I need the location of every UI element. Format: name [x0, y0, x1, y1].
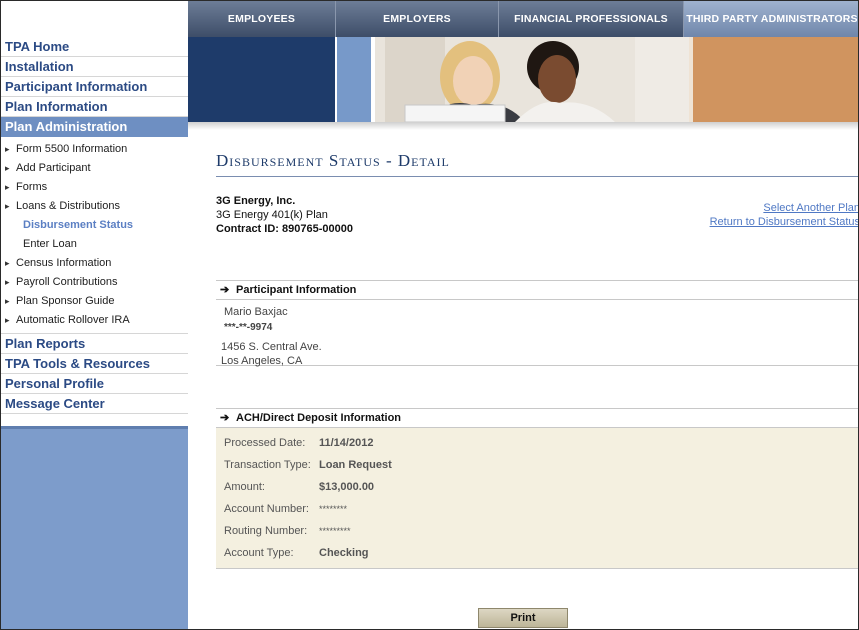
ach-row-label: Routing Number:: [224, 525, 308, 537]
triangle-bullet-icon: ▸: [5, 277, 10, 287]
ach-row-value: *********: [319, 526, 351, 536]
triangle-bullet-icon: ▸: [5, 315, 10, 325]
contract-id: Contract ID: 890765-00000: [216, 223, 353, 235]
triangle-bullet-icon: ▸: [5, 163, 10, 173]
triangle-bullet-icon: ▸: [5, 296, 10, 306]
company-name: 3G Energy, Inc.: [216, 195, 296, 207]
plan-name: 3G Energy 401(k) Plan: [216, 209, 328, 221]
ach-row-value: Loan Request: [319, 459, 392, 471]
participant-address: 1456 S. Central Ave. Los Angeles, CA: [221, 340, 858, 368]
ach-row: Account Type: Checking: [224, 542, 858, 564]
print-button[interactable]: Print: [478, 608, 568, 628]
top-left-blank: [1, 1, 188, 37]
address-line-1: 1456 S. Central Ave.: [221, 341, 322, 353]
ach-row-label: Account Number:: [224, 503, 309, 515]
sidebar-subitem[interactable]: ▸ Add Participant: [1, 159, 188, 178]
triangle-bullet-icon: ▸: [5, 144, 10, 154]
sidebar-item-message-center[interactable]: Message Center: [1, 394, 188, 414]
plan-info: 3G Energy, Inc. 3G Energy 401(k) Plan Co…: [216, 194, 353, 236]
sidebar-subitem-label: Forms: [16, 181, 48, 193]
banner-photo: [375, 37, 689, 122]
sidebar-subitem[interactable]: Disbursement Status: [1, 216, 188, 235]
sidebar-subitem[interactable]: ▸ Census Information: [1, 254, 188, 273]
ach-row: Account Number: ********: [224, 498, 858, 520]
banner-people-illustration: [375, 37, 689, 122]
participant-name: Mario Baxjac: [224, 306, 288, 318]
sidebar-subitem-label: Enter Loan: [23, 238, 77, 250]
top-navigation: Employees Employers Financial Profession…: [188, 1, 858, 37]
sidebar-subitem-label: Census Information: [16, 257, 112, 269]
participant-section: ➔ Participant Information Mario Baxjac **…: [216, 280, 858, 368]
triangle-bullet-icon: ▸: [5, 182, 10, 192]
participant-section-header: ➔ Participant Information: [216, 280, 858, 300]
right-arrow-icon: ➔: [220, 412, 230, 424]
sidebar-item-plan-administration[interactable]: Plan Administration: [1, 117, 188, 137]
ach-row-label: Processed Date:: [224, 437, 306, 449]
ach-row: Transaction Type: Loan Request: [224, 454, 858, 476]
ach-details: Processed Date: 11/14/2012 Transaction Typ…: [216, 428, 858, 569]
ach-row: Amount: $13,000.00: [224, 476, 858, 498]
return-to-disbursement-status-link[interactable]: Return to Disbursement Status: [710, 215, 858, 229]
ach-section: ➔ ACH/Direct Deposit Information Processe…: [216, 408, 858, 569]
ach-row-label: Transaction Type:: [224, 459, 311, 471]
participant-header-label: Participant Information: [236, 284, 357, 296]
ach-section-header: ➔ ACH/Direct Deposit Information: [216, 408, 858, 428]
sidebar-subitem-label: Form 5500 Information: [16, 143, 128, 155]
tab-financial-professionals[interactable]: Financial Professionals: [499, 1, 684, 37]
sidebar-subitem[interactable]: ▸ Form 5500 Information: [1, 140, 188, 159]
banner-navy-block: [188, 37, 335, 122]
address-line-2: Los Angeles, CA: [221, 355, 303, 367]
ach-row: Processed Date: 11/14/2012: [224, 432, 858, 454]
ach-row: Routing Number: *********: [224, 520, 858, 542]
banner-orange-block: [693, 37, 858, 122]
page-title: Disbursement Status - Detail: [216, 151, 858, 177]
main-content: Disbursement Status - Detail 3G Energy, …: [216, 151, 858, 569]
tab-third-party-administrators[interactable]: Third Party Administrators: [684, 1, 858, 37]
sidebar-item-participant-information[interactable]: Participant Information: [1, 77, 188, 97]
participant-ssn: ***-**-9974: [224, 322, 273, 333]
ach-row-value: 11/14/2012: [319, 437, 374, 449]
tab-employees[interactable]: Employees: [188, 1, 336, 37]
sidebar-subitem[interactable]: Enter Loan: [1, 235, 188, 254]
ach-header-label: ACH/Direct Deposit Information: [236, 412, 402, 424]
select-another-plan-link[interactable]: Select Another Plan: [710, 201, 858, 215]
sidebar-menu: TPA Home Installation Participant Inform…: [1, 37, 188, 429]
sidebar-subitem-label: Add Participant: [16, 162, 91, 174]
ach-row-value: ********: [319, 504, 348, 514]
tab-employers[interactable]: Employers: [336, 1, 499, 37]
sidebar-item-tpa-home[interactable]: TPA Home: [1, 37, 188, 57]
triangle-bullet-icon: ▸: [5, 258, 10, 268]
banner-blue-block: [337, 37, 371, 122]
sidebar-subitem[interactable]: ▸ Automatic Rollover IRA: [1, 311, 188, 330]
sidebar-subitem-label: Plan Sponsor Guide: [16, 295, 115, 307]
triangle-bullet-icon: ▸: [5, 201, 10, 211]
ach-row-label: Account Type:: [224, 547, 294, 559]
sidebar: TPA Home Installation Participant Inform…: [1, 37, 188, 629]
sidebar-item-tpa-tools[interactable]: TPA Tools & Resources: [1, 354, 188, 374]
ach-row-value: Checking: [319, 547, 369, 559]
ach-row-label: Amount:: [224, 481, 265, 493]
page-links: Select Another Plan Return to Disburseme…: [710, 201, 858, 229]
sidebar-subitem-label: Automatic Rollover IRA: [16, 314, 130, 326]
sidebar-subitem[interactable]: ▸ Payroll Contributions: [1, 273, 188, 292]
right-arrow-icon: ➔: [220, 284, 230, 296]
sidebar-item-installation[interactable]: Installation: [1, 57, 188, 77]
sidebar-subitem[interactable]: ▸ Forms: [1, 178, 188, 197]
sidebar-subitem[interactable]: ▸ Loans & Distributions: [1, 197, 188, 216]
sidebar-item-plan-information[interactable]: Plan Information: [1, 97, 188, 117]
sidebar-subitem-label: Loans & Distributions: [16, 200, 120, 212]
sidebar-subitem-label: Payroll Contributions: [16, 276, 118, 288]
sidebar-item-plan-reports[interactable]: Plan Reports: [1, 334, 188, 354]
sidebar-item-personal-profile[interactable]: Personal Profile: [1, 374, 188, 394]
sidebar-subitems: ▸ Form 5500 Information ▸ Add Participant ▸ F…: [1, 137, 188, 334]
banner: [188, 37, 858, 122]
sidebar-subitem[interactable]: ▸ Plan Sponsor Guide: [1, 292, 188, 311]
banner-shadow: [188, 122, 858, 130]
participant-details: Mario Baxjac ***-**-9974 1456 S. Central…: [216, 300, 858, 368]
ach-row-value: $13,000.00: [319, 481, 375, 493]
sidebar-subitem-label: Disbursement Status: [23, 219, 134, 231]
app-frame: Employees Employers Financial Profession…: [0, 0, 859, 630]
